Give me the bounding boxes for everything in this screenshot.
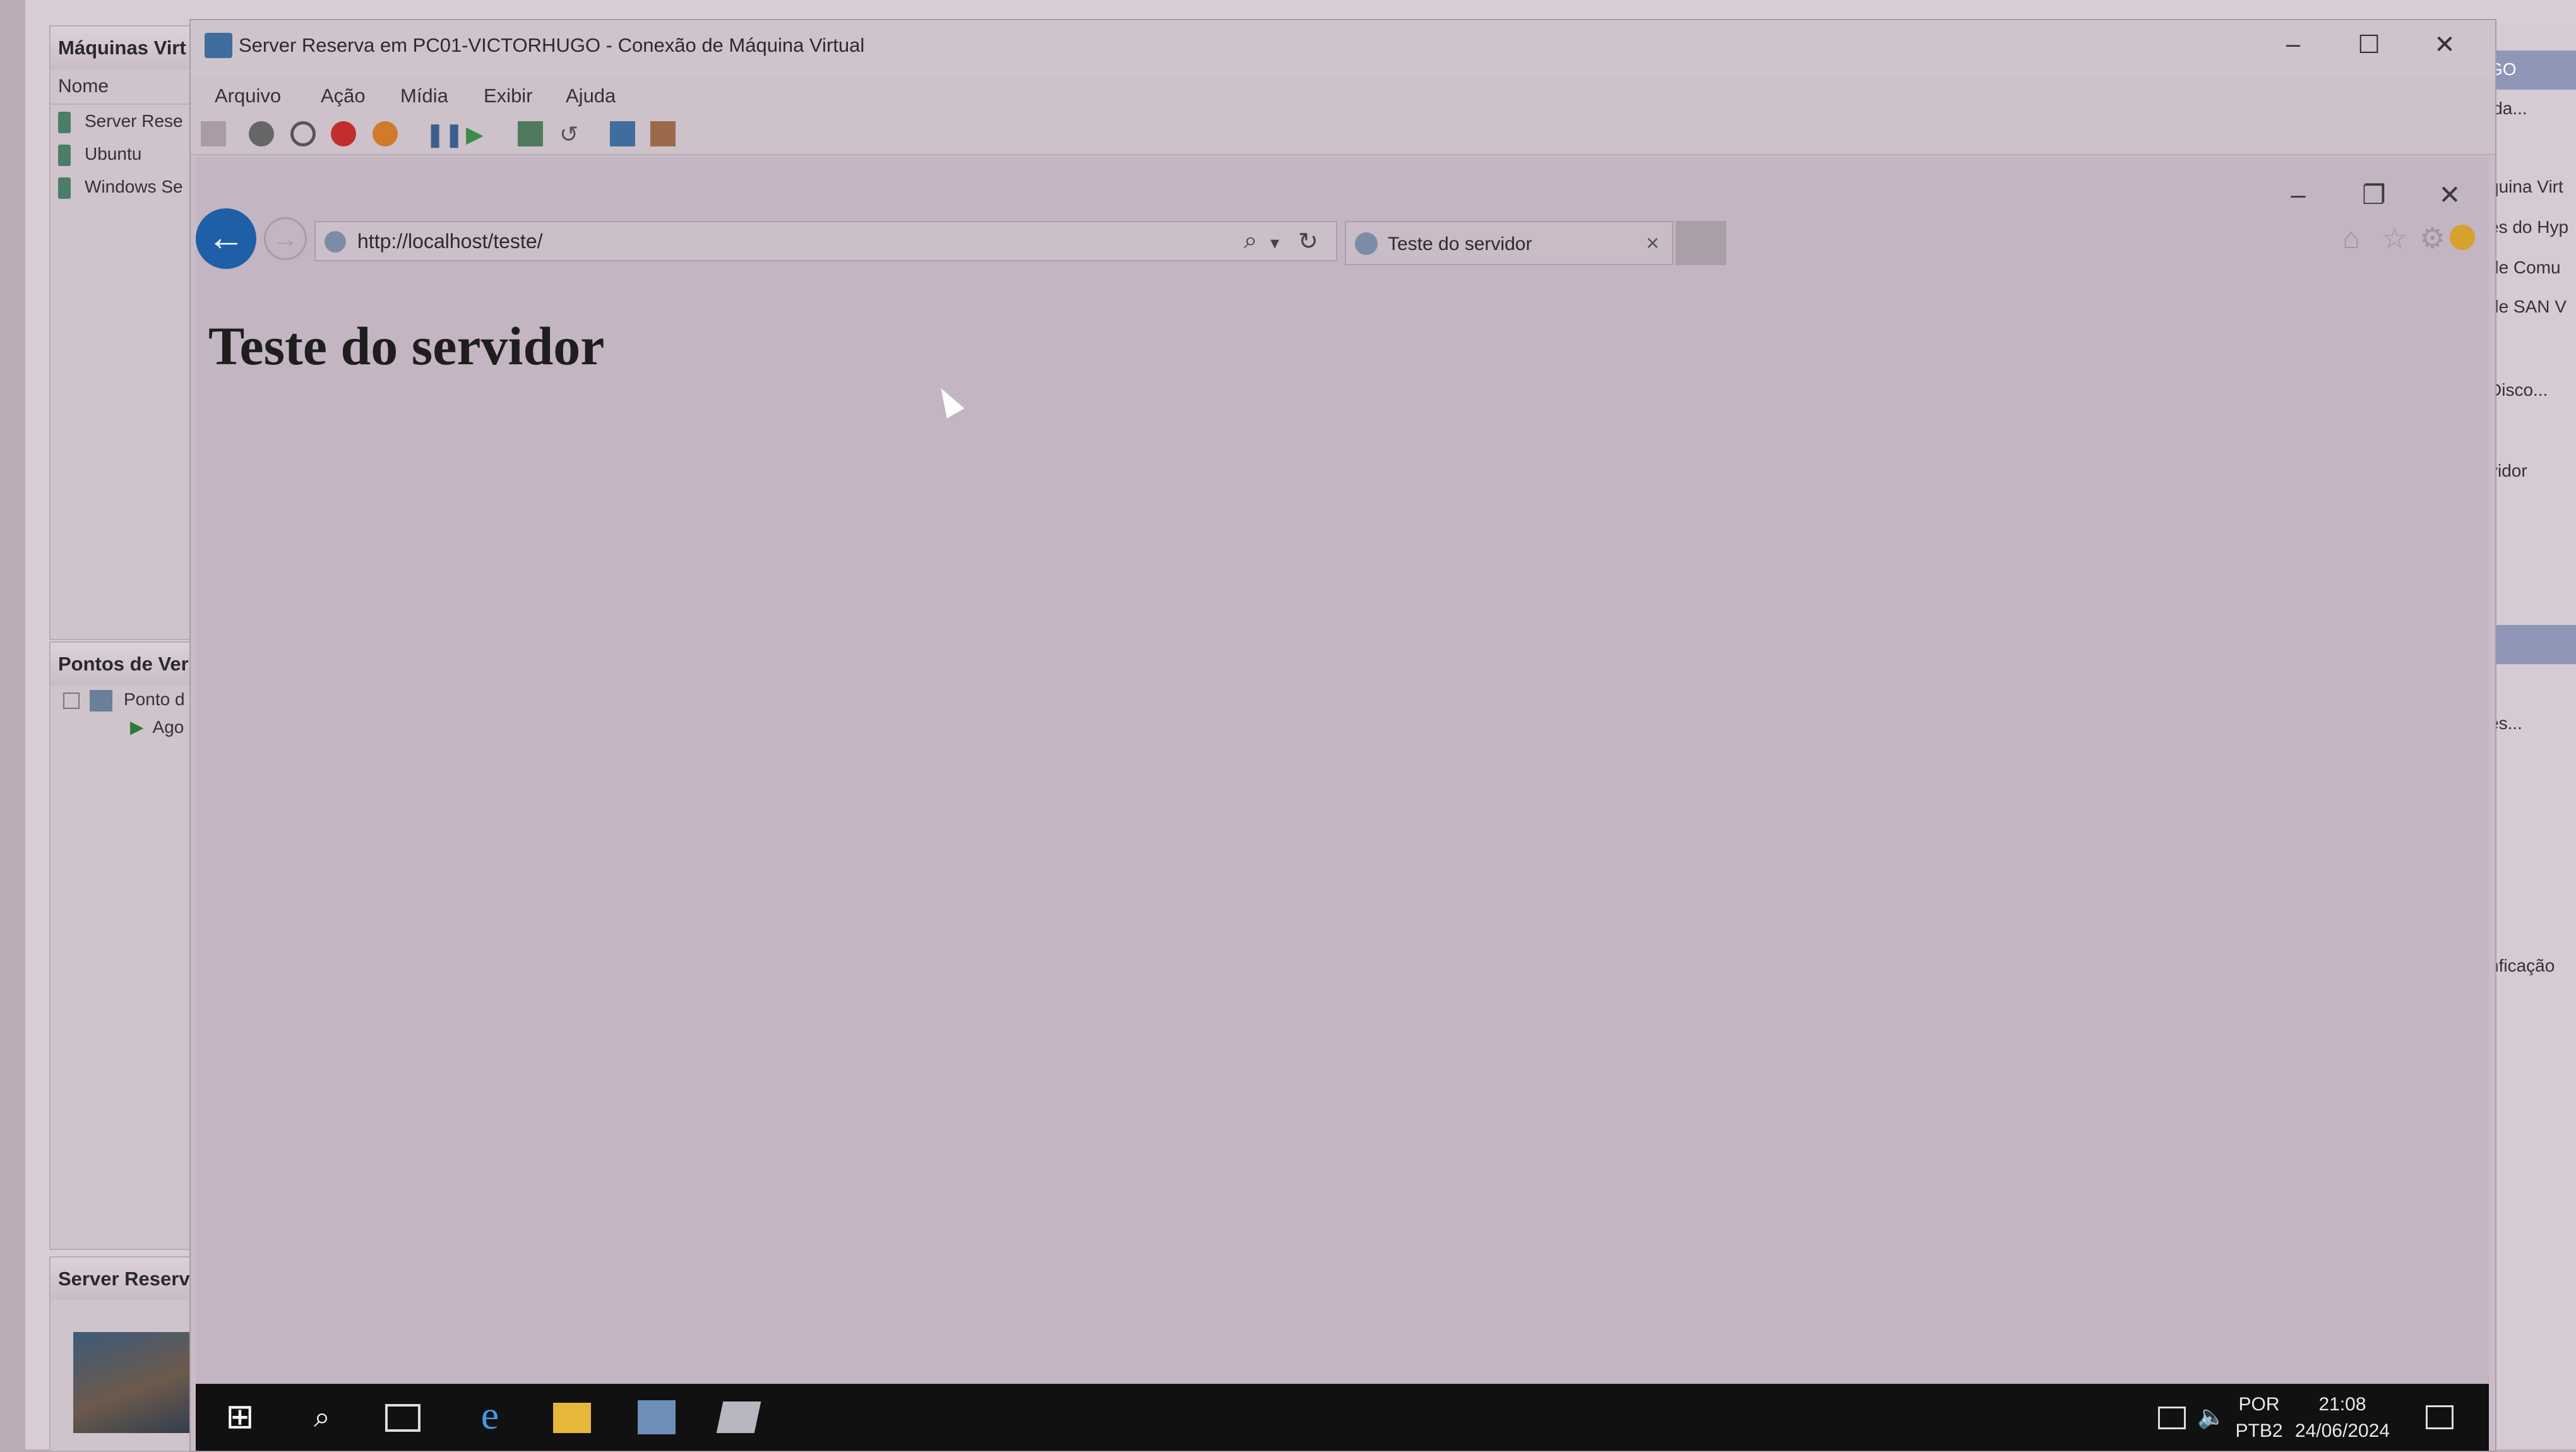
browser-close-button[interactable]: ✕: [2431, 179, 2469, 210]
vm-menubar: Arquivo Ação Mídia Exibir Ajuda: [191, 77, 2495, 114]
vm-window-title: Server Reserva em PC01-VICTORHUGO - Cone…: [239, 34, 865, 56]
search-icon[interactable]: ⌕: [303, 1398, 341, 1436]
server-manager-icon[interactable]: [638, 1400, 676, 1434]
ctrl-alt-del-icon[interactable]: [201, 121, 226, 146]
clock-time[interactable]: 21:08: [2292, 1394, 2393, 1415]
internet-explorer-icon[interactable]: e: [471, 1395, 509, 1436]
vm-connection-icon: [205, 33, 232, 58]
vm-connection-window: Server Reserva em PC01-VICTORHUGO - Cone…: [189, 19, 2496, 1452]
action-item[interactable]: de Comu: [2489, 258, 2561, 278]
favorites-icon[interactable]: ☆: [2382, 221, 2407, 255]
action-item[interactable]: es do Hyp: [2489, 217, 2568, 237]
dropdown-icon[interactable]: ▾: [1270, 232, 1279, 253]
home-icon[interactable]: ⌂: [2342, 221, 2360, 255]
back-arrow-icon: ←: [207, 216, 245, 258]
collapse-icon[interactable]: [63, 692, 80, 709]
guest-desktop: – ❐ ✕ ← → http://localhost/teste/ ⌕ ▾ ↻ …: [196, 158, 2489, 1451]
vm-list-panel: Máquinas Virt Nome Server Rese Ubuntu Wi…: [49, 25, 203, 640]
powershell-icon[interactable]: [716, 1401, 761, 1433]
vm-panel-title: Máquinas Virt: [51, 27, 202, 69]
mouse-cursor: [932, 383, 965, 419]
vm-titlebar[interactable]: Server Reserva em PC01-VICTORHUGO - Cone…: [191, 20, 2495, 77]
page-icon: [325, 231, 346, 253]
actions-panel: GO ida... quina Virt es do Hyp de Comu d…: [2488, 25, 2576, 1449]
clock-date[interactable]: 24/06/2024: [2292, 1420, 2393, 1442]
vm-icon: [58, 144, 71, 166]
guest-taskbar: ⊞ ⌕ e 🔈 POR PTB2 21:08 24/06/2024: [196, 1384, 2489, 1451]
search-icon[interactable]: ⌕: [1244, 227, 1257, 254]
page-heading: Teste do servidor: [208, 315, 605, 376]
checkpoint-item[interactable]: Ponto d: [51, 686, 202, 713]
browser-restore-button[interactable]: ❐: [2355, 179, 2393, 210]
vm-row[interactable]: Server Rese: [51, 105, 202, 138]
checkpoints-panel: Pontos de Ver Ponto d ▶ Ago: [49, 641, 203, 1250]
checkpoints-title: Pontos de Ver: [51, 643, 202, 686]
keyboard-layout-indicator[interactable]: PTB2: [2234, 1420, 2284, 1442]
tab-close-icon[interactable]: ×: [1646, 230, 1659, 256]
vm-toolbar: ❚❚ ▶ ↺: [191, 114, 2495, 155]
shutdown-icon[interactable]: [331, 121, 356, 146]
language-indicator[interactable]: POR: [2234, 1394, 2284, 1415]
menu-acao[interactable]: Ação: [321, 85, 366, 107]
action-item[interactable]: nficação: [2489, 956, 2555, 976]
maximize-button[interactable]: ☐: [2350, 30, 2388, 59]
tab-page-icon: [1355, 232, 1378, 255]
start-vm-icon[interactable]: [249, 121, 274, 146]
tab-title: Teste do servidor: [1388, 234, 1532, 254]
vm-name: Ubuntu: [85, 144, 142, 164]
actions-section-bar: [2488, 625, 2576, 664]
resume-icon[interactable]: ▶: [466, 121, 491, 147]
volume-icon[interactable]: 🔈: [2197, 1398, 2235, 1436]
action-item[interactable]: Disco...: [2489, 380, 2548, 400]
vm-row[interactable]: Ubuntu: [51, 138, 202, 170]
network-icon[interactable]: [2158, 1407, 2186, 1429]
forward-arrow-icon: →: [273, 225, 298, 253]
menu-ajuda[interactable]: Ajuda: [566, 85, 616, 107]
browser-minimize-button[interactable]: –: [2279, 179, 2317, 210]
start-icon[interactable]: ⊞: [221, 1398, 259, 1436]
menu-midia[interactable]: Mídia: [400, 85, 448, 107]
settings-gear-icon[interactable]: ⚙: [2419, 221, 2445, 255]
menu-arquivo[interactable]: Arquivo: [215, 85, 281, 107]
pause-icon[interactable]: ❚❚: [426, 121, 463, 147]
checkpoint-item[interactable]: ▶ Ago: [51, 713, 202, 741]
action-item[interactable]: quina Virt: [2489, 177, 2563, 197]
checkpoint-label: Ponto d: [124, 689, 185, 709]
checkpoint-icon[interactable]: [518, 121, 543, 146]
close-button[interactable]: ✕: [2426, 30, 2464, 59]
vm-thumbnail: [73, 1332, 200, 1433]
revert-icon[interactable]: ↺: [559, 121, 585, 147]
url-text[interactable]: http://localhost/teste/: [357, 230, 543, 253]
checkpoint-label: Ago: [152, 717, 184, 737]
action-item[interactable]: de SAN V: [2489, 297, 2567, 317]
share-icon[interactable]: [650, 121, 676, 146]
notification-icon[interactable]: [2426, 1405, 2454, 1429]
vm-row[interactable]: Windows Se: [51, 170, 202, 203]
vm-name: Server Rese: [85, 111, 183, 131]
turn-off-icon[interactable]: [290, 121, 316, 146]
address-bar[interactable]: http://localhost/teste/ ⌕ ▾ ↻: [314, 221, 1337, 261]
task-view-icon[interactable]: [385, 1404, 420, 1432]
vm-icon: [58, 111, 71, 133]
refresh-icon[interactable]: ↻: [1298, 227, 1318, 256]
save-state-icon[interactable]: [373, 121, 398, 146]
play-icon: ▶: [130, 717, 144, 737]
new-tab-button[interactable]: [1676, 221, 1726, 265]
back-button[interactable]: ←: [196, 208, 256, 269]
details-title: Server Reserv: [51, 1258, 202, 1300]
browser-tab[interactable]: Teste do servidor ×: [1345, 221, 1673, 265]
forward-button[interactable]: →: [264, 217, 307, 260]
minimize-button[interactable]: –: [2274, 30, 2312, 59]
vm-icon: [58, 177, 71, 199]
file-explorer-icon[interactable]: [553, 1403, 591, 1433]
menu-exibir[interactable]: Exibir: [484, 85, 533, 107]
feedback-smiley-icon[interactable]: [2450, 225, 2475, 250]
vm-column-header[interactable]: Nome: [51, 69, 202, 105]
vm-name: Windows Se: [85, 177, 183, 196]
enhanced-session-icon[interactable]: [610, 121, 635, 146]
checkpoint-icon: [90, 689, 112, 711]
